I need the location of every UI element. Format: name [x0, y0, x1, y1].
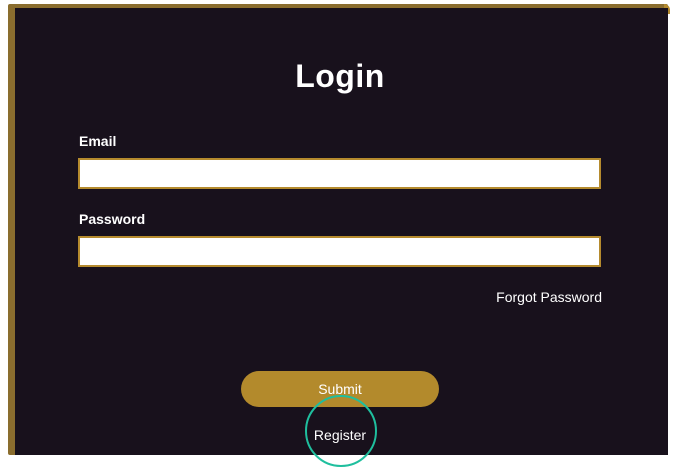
- email-label: Email: [79, 133, 117, 149]
- submit-button[interactable]: Submit: [241, 371, 439, 407]
- register-link[interactable]: Register: [0, 427, 680, 443]
- password-label: Password: [79, 211, 146, 227]
- email-field[interactable]: [78, 158, 601, 189]
- forgot-password-link[interactable]: Forgot Password: [496, 289, 602, 305]
- password-field[interactable]: [78, 236, 601, 267]
- page-title: Login: [295, 58, 385, 94]
